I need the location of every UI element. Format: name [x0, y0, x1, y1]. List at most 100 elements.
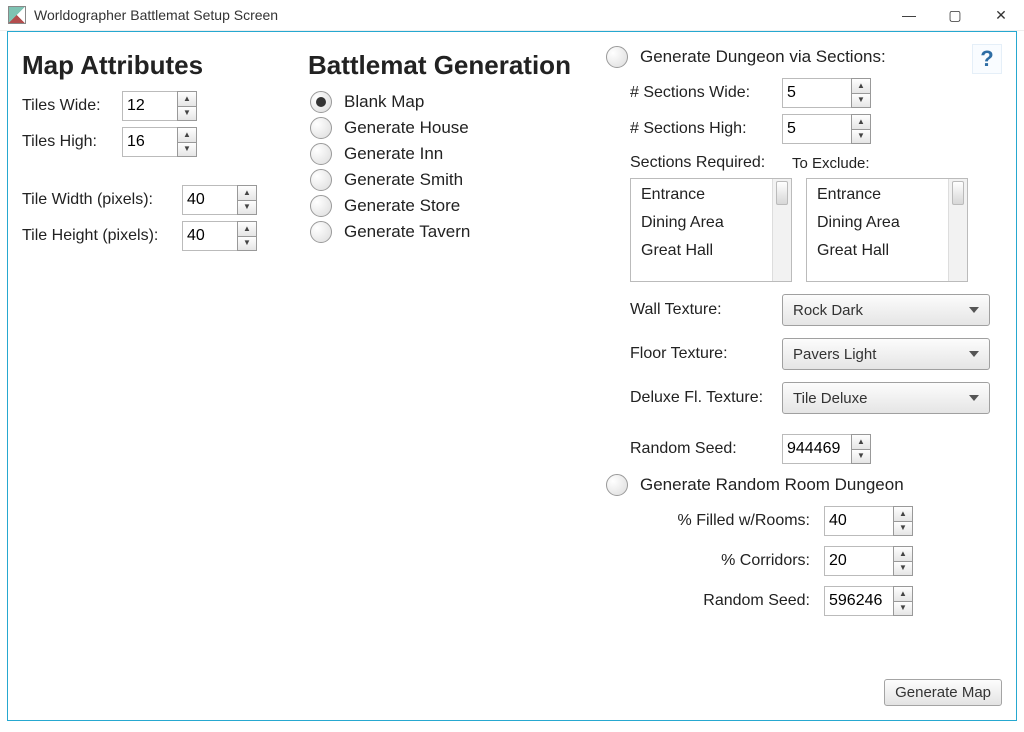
minimize-button[interactable]: —: [886, 0, 932, 30]
titlebar: Worldographer Battlemat Setup Screen — ▢…: [0, 0, 1024, 31]
radio-label: Generate Dungeon via Sections:: [640, 47, 886, 67]
spinner-up[interactable]: ▲: [851, 114, 871, 129]
radio-generate-house[interactable]: Generate House: [310, 117, 580, 139]
spinner-down[interactable]: ▼: [177, 106, 197, 122]
scrollbar-thumb[interactable]: [776, 181, 788, 205]
spinner-up[interactable]: ▲: [177, 127, 197, 142]
maximize-button[interactable]: ▢: [932, 0, 978, 30]
battlemat-gen-heading: Battlemat Generation: [308, 50, 580, 81]
select-value: Rock Dark: [793, 302, 863, 319]
list-item[interactable]: Entrance: [631, 181, 772, 209]
radio-generate-smith[interactable]: Generate Smith: [310, 169, 580, 191]
sections-wide-input[interactable]: [782, 78, 851, 108]
random-seed-spinner[interactable]: ▲▼: [782, 434, 871, 464]
list-item[interactable]: Great Hall: [631, 237, 772, 265]
generate-map-button[interactable]: Generate Map: [884, 679, 1002, 706]
sections-high-label: # Sections High:: [630, 120, 782, 138]
list-item[interactable]: Dining Area: [631, 209, 772, 237]
scrollbar[interactable]: [948, 179, 967, 281]
tile-width-label: Tile Width (pixels):: [22, 191, 182, 209]
scrollbar[interactable]: [772, 179, 791, 281]
corridors-spinner[interactable]: ▲▼: [824, 546, 913, 576]
filled-rooms-spinner[interactable]: ▲▼: [824, 506, 913, 536]
radio-label: Generate Store: [344, 196, 460, 216]
tiles-high-spinner[interactable]: ▲▼: [122, 127, 197, 157]
random-seed-2-spinner[interactable]: ▲▼: [824, 586, 913, 616]
spinner-up[interactable]: ▲: [893, 586, 913, 601]
app-icon: [8, 6, 26, 24]
chevron-down-icon: [969, 351, 979, 357]
random-seed-label: Random Seed:: [630, 440, 782, 458]
select-value: Pavers Light: [793, 346, 876, 363]
spinner-up[interactable]: ▲: [893, 546, 913, 561]
tile-width-input[interactable]: [182, 185, 237, 215]
spinner-down[interactable]: ▼: [177, 142, 197, 158]
radio-random-room-dungeon[interactable]: Generate Random Room Dungeon: [606, 474, 1002, 496]
radio-dot-icon: [310, 169, 332, 191]
sections-high-input[interactable]: [782, 114, 851, 144]
tiles-wide-label: Tiles Wide:: [22, 97, 122, 115]
radio-generate-tavern[interactable]: Generate Tavern: [310, 221, 580, 243]
radio-dot-icon: [310, 221, 332, 243]
radio-label: Generate Tavern: [344, 222, 470, 242]
filled-rooms-label: % Filled w/Rooms:: [654, 512, 824, 530]
spinner-down[interactable]: ▼: [893, 601, 913, 617]
spinner-down[interactable]: ▼: [893, 561, 913, 577]
wall-texture-label: Wall Texture:: [630, 301, 782, 319]
corridors-label: % Corridors:: [654, 552, 824, 570]
radio-generate-inn[interactable]: Generate Inn: [310, 143, 580, 165]
tiles-wide-spinner[interactable]: ▲▼: [122, 91, 197, 121]
wall-texture-select[interactable]: Rock Dark: [782, 294, 990, 326]
scrollbar-thumb[interactable]: [952, 181, 964, 205]
radio-label: Generate House: [344, 118, 469, 138]
floor-texture-label: Floor Texture:: [630, 345, 782, 363]
spinner-down[interactable]: ▼: [851, 129, 871, 145]
spinner-up[interactable]: ▲: [237, 221, 257, 236]
radio-dungeon-sections[interactable]: Generate Dungeon via Sections:: [606, 46, 1002, 68]
battlemat-gen-group: Blank Map Generate House Generate Inn Ge…: [308, 91, 580, 243]
list-item[interactable]: Entrance: [807, 181, 948, 209]
spinner-down[interactable]: ▼: [237, 200, 257, 216]
spinner-up[interactable]: ▲: [237, 185, 257, 200]
spinner-down[interactable]: ▼: [237, 236, 257, 252]
radio-dot-icon: [606, 46, 628, 68]
radio-dot-icon: [310, 143, 332, 165]
spinner-down[interactable]: ▼: [851, 93, 871, 109]
list-item[interactable]: Dining Area: [807, 209, 948, 237]
corridors-input[interactable]: [824, 546, 893, 576]
radio-dot-icon: [310, 91, 332, 113]
sections-wide-label: # Sections Wide:: [630, 84, 782, 102]
sections-required-list[interactable]: Entrance Dining Area Great Hall: [630, 178, 792, 282]
deluxe-floor-texture-select[interactable]: Tile Deluxe: [782, 382, 990, 414]
sections-wide-spinner[interactable]: ▲▼: [782, 78, 871, 108]
to-exclude-list[interactable]: Entrance Dining Area Great Hall: [806, 178, 968, 282]
tiles-wide-input[interactable]: [122, 91, 177, 121]
close-button[interactable]: ✕: [978, 0, 1024, 30]
radio-label: Generate Smith: [344, 170, 463, 190]
help-button[interactable]: ?: [972, 44, 1002, 74]
spinner-up[interactable]: ▲: [893, 506, 913, 521]
floor-texture-select[interactable]: Pavers Light: [782, 338, 990, 370]
spinner-up[interactable]: ▲: [177, 91, 197, 106]
sections-high-spinner[interactable]: ▲▼: [782, 114, 871, 144]
radio-blank-map[interactable]: Blank Map: [310, 91, 580, 113]
tiles-high-input[interactable]: [122, 127, 177, 157]
tile-width-spinner[interactable]: ▲▼: [182, 185, 257, 215]
tile-height-input[interactable]: [182, 221, 237, 251]
radio-dot-icon: [310, 195, 332, 217]
select-value: Tile Deluxe: [793, 390, 867, 407]
list-item[interactable]: Great Hall: [807, 237, 948, 265]
radio-generate-store[interactable]: Generate Store: [310, 195, 580, 217]
random-seed-2-input[interactable]: [824, 586, 893, 616]
chevron-down-icon: [969, 307, 979, 313]
radio-label: Blank Map: [344, 92, 424, 112]
spinner-up[interactable]: ▲: [851, 434, 871, 449]
filled-rooms-input[interactable]: [824, 506, 893, 536]
spinner-up[interactable]: ▲: [851, 78, 871, 93]
tile-height-spinner[interactable]: ▲▼: [182, 221, 257, 251]
spinner-down[interactable]: ▼: [851, 449, 871, 465]
radio-dot-icon: [606, 474, 628, 496]
random-seed-input[interactable]: [782, 434, 851, 464]
spinner-down[interactable]: ▼: [893, 521, 913, 537]
tile-height-label: Tile Height (pixels):: [22, 227, 182, 245]
